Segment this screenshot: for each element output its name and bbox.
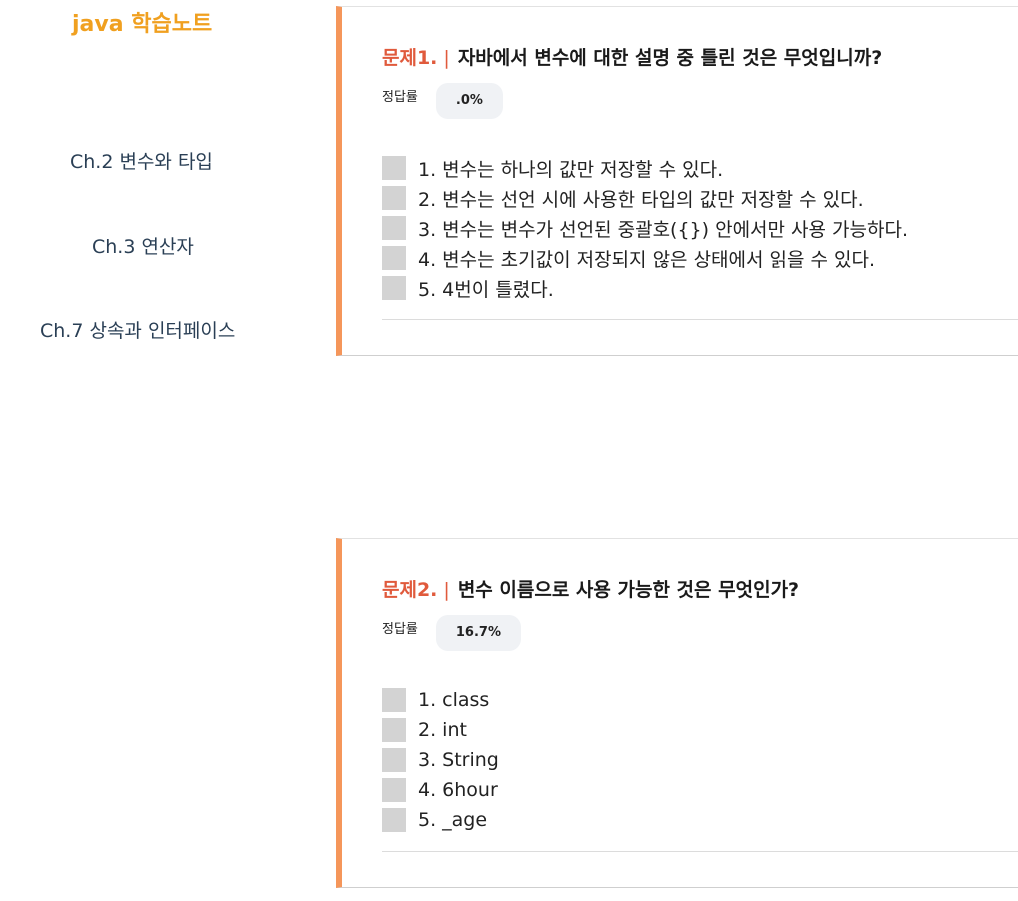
question-title: 자바에서 변수에 대한 설명 중 틀린 것은 무엇입니까? [457, 47, 883, 69]
option-text: 2. 변수는 선언 시에 사용한 타입의 값만 저장할 수 있다. [418, 188, 864, 211]
option-checkbox[interactable] [382, 778, 406, 802]
question-number: 문제1. [382, 47, 438, 69]
option-list: 1. class 2. int 3. String 4. 6hour 5. _a… [382, 685, 499, 835]
brand-title[interactable]: java 학습노트 [72, 6, 212, 38]
option-item[interactable]: 1. class [382, 685, 499, 715]
option-item[interactable]: 4. 6hour [382, 775, 499, 805]
option-checkbox[interactable] [382, 748, 406, 772]
option-checkbox[interactable] [382, 186, 406, 210]
option-checkbox[interactable] [382, 718, 406, 742]
correct-rate-badge: 16.7% [435, 615, 521, 651]
option-checkbox[interactable] [382, 216, 406, 240]
option-item[interactable]: 3. String [382, 745, 499, 775]
option-item[interactable]: 4. 변수는 초기값이 저장되지 않은 상태에서 읽을 수 있다. [382, 243, 908, 273]
sidebar-item-ch2[interactable]: Ch.2 변수와 타입 [70, 147, 213, 174]
option-checkbox[interactable] [382, 246, 406, 270]
option-item[interactable]: 2. int [382, 715, 499, 745]
option-checkbox[interactable] [382, 688, 406, 712]
option-text: 1. class [418, 689, 490, 711]
option-checkbox[interactable] [382, 156, 406, 180]
option-checkbox[interactable] [382, 276, 406, 300]
sidebar-item-ch7[interactable]: Ch.7 상속과 인터페이스 [40, 316, 235, 343]
question-separator: | [443, 579, 450, 601]
question-card-1: 문제1. | 자바에서 변수에 대한 설명 중 틀린 것은 무엇입니까? 정답률 .… [336, 6, 1018, 356]
option-text: 5. _age [418, 809, 488, 831]
question-title: 변수 이름으로 사용 가능한 것은 무엇인가? [457, 579, 800, 601]
option-list: 1. 변수는 하나의 값만 저장할 수 있다. 2. 변수는 선언 시에 사용한… [382, 153, 908, 303]
option-text: 2. int [418, 719, 467, 741]
divider [382, 319, 1018, 320]
option-text: 1. 변수는 하나의 값만 저장할 수 있다. [418, 158, 724, 181]
correct-rate-label: 정답률 [382, 621, 418, 637]
correct-rate-row: 정답률 16.7% [382, 615, 521, 651]
option-item[interactable]: 5. _age [382, 805, 499, 835]
option-text: 4. 6hour [418, 779, 498, 801]
option-item[interactable]: 5. 4번이 틀렸다. [382, 273, 908, 303]
question-header: 문제1. | 자바에서 변수에 대한 설명 중 틀린 것은 무엇입니까? [382, 43, 882, 70]
divider [382, 851, 1018, 852]
sidebar: java 학습노트 Ch.2 변수와 타입 Ch.3 연산자 Ch.7 상속과 … [0, 0, 300, 901]
option-text: 4. 변수는 초기값이 저장되지 않은 상태에서 읽을 수 있다. [418, 248, 876, 271]
option-text: 3. 변수는 변수가 선언된 중괄호({}) 안에서만 사용 가능하다. [418, 218, 909, 241]
correct-rate-row: 정답률 .0% [382, 83, 503, 119]
sidebar-item-ch3[interactable]: Ch.3 연산자 [92, 232, 194, 259]
correct-rate-label: 정답률 [382, 89, 418, 105]
option-item[interactable]: 3. 변수는 변수가 선언된 중괄호({}) 안에서만 사용 가능하다. [382, 213, 908, 243]
option-item[interactable]: 1. 변수는 하나의 값만 저장할 수 있다. [382, 153, 908, 183]
page: java 학습노트 Ch.2 변수와 타입 Ch.3 연산자 Ch.7 상속과 … [0, 0, 1018, 901]
correct-rate-badge: .0% [435, 83, 503, 119]
question-card-2: 문제2. | 변수 이름으로 사용 가능한 것은 무엇인가? 정답률 16.7% 1… [336, 538, 1018, 888]
option-item[interactable]: 2. 변수는 선언 시에 사용한 타입의 값만 저장할 수 있다. [382, 183, 908, 213]
option-text: 5. 4번이 틀렸다. [418, 278, 554, 301]
question-number: 문제2. [382, 579, 438, 601]
option-text: 3. String [418, 749, 499, 771]
question-header: 문제2. | 변수 이름으로 사용 가능한 것은 무엇인가? [382, 575, 799, 602]
option-checkbox[interactable] [382, 808, 406, 832]
question-separator: | [443, 47, 450, 69]
